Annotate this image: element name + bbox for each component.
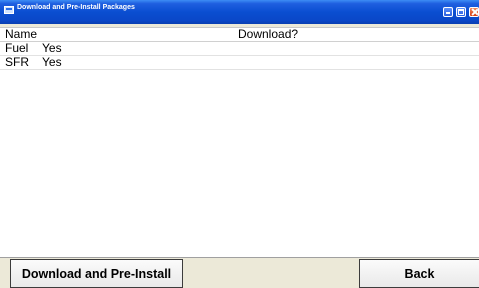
column-header-download[interactable]: Download? (238, 27, 298, 41)
window-app-icon (4, 6, 14, 14)
back-button[interactable]: Back (359, 259, 479, 288)
package-download: Yes (42, 55, 62, 69)
download-preinstall-button[interactable]: Download and Pre-Install (10, 259, 183, 288)
package-name: SFR (5, 55, 29, 69)
maximize-icon[interactable] (456, 7, 466, 17)
list-row[interactable]: Fuel Yes (0, 41, 479, 56)
title-bar[interactable]: Download and Pre-Install Packages (0, 0, 479, 24)
close-icon[interactable] (469, 7, 479, 17)
package-list[interactable]: Name Download? Fuel Yes SFR Yes (0, 27, 479, 258)
column-header-name[interactable]: Name (5, 27, 37, 41)
package-name: Fuel (5, 41, 29, 55)
list-row[interactable]: SFR Yes (0, 55, 479, 70)
package-download: Yes (42, 41, 62, 55)
package-dialog: Download and Pre-Install Packages Name D… (0, 0, 479, 288)
list-header: Name Download? (0, 27, 479, 42)
window-title: Download and Pre-Install Packages (17, 4, 135, 11)
minimize-icon[interactable] (443, 7, 453, 17)
